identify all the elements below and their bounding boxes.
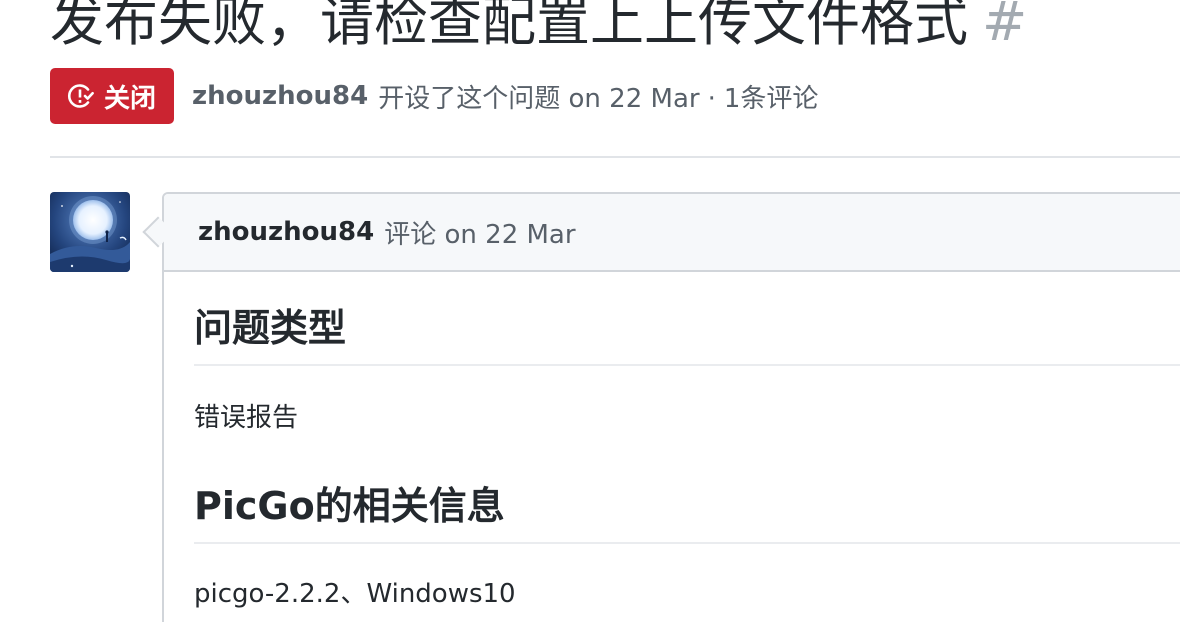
comment-author-link[interactable]: zhouzhou84 — [198, 217, 374, 247]
status-label: 关闭 — [104, 83, 157, 114]
comment-action: 评论 — [384, 219, 437, 250]
avatar[interactable] — [50, 192, 130, 272]
comment-box: zhouzhou84 评论 on 22 Mar 问题类型 错误报告 PicGo的… — [162, 192, 1180, 622]
moon-night-avatar-image — [50, 192, 130, 272]
issue-meta: 关闭 zhouzhou84 开设了这个问题 on 22 Mar · 1条评论 — [50, 68, 818, 124]
header-divider — [50, 156, 1180, 158]
comment-meta: 评论 on 22 Mar — [384, 214, 575, 251]
comment-date-link[interactable]: on 22 Mar — [445, 220, 576, 250]
section-heading-picgo-info: PicGo的相关信息 — [194, 478, 1180, 544]
comments-count: 1条评论 — [723, 83, 819, 114]
section-heading-issue-type: 问题类型 — [194, 300, 1180, 366]
section-text-picgo-info: picgo-2.2.2、Windows10 — [194, 579, 516, 609]
issue-number: # — [982, 0, 1028, 53]
issue-title: 发布失败，请检查配置上上传文件格式 # — [50, 0, 1027, 62]
meta-separator: · — [707, 83, 716, 114]
comment-header: zhouzhou84 评论 on 22 Mar — [164, 194, 1180, 272]
status-badge: 关闭 — [50, 68, 175, 124]
issue-meta-text: 开设了这个问题 on 22 Mar · 1条评论 — [378, 78, 818, 115]
opened-text: 开设了这个问题 — [378, 83, 561, 114]
issue-title-text: 发布失败，请检查配置上上传文件格式 — [50, 0, 968, 53]
issue-page: 发布失败，请检查配置上上传文件格式 # 关闭 zhouzhou84 开设了这个问题… — [0, 0, 1180, 622]
comment-body: 问题类型 错误报告 PicGo的相关信息 picgo-2.2.2、Windows… — [194, 272, 1180, 614]
issue-closed-icon — [67, 84, 94, 108]
opened-date: on 22 Mar — [568, 83, 700, 114]
section-text-issue-type: 错误报告 — [194, 403, 299, 433]
issue-author-link[interactable]: zhouzhou84 — [192, 81, 368, 111]
